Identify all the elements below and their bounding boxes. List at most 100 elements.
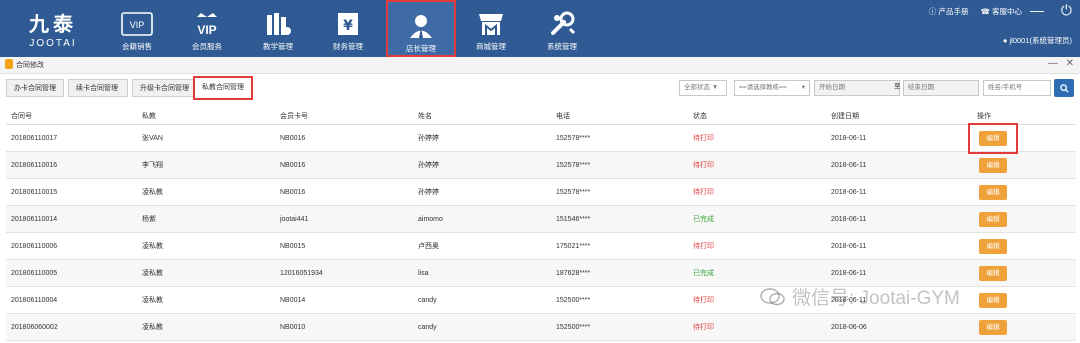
card-number: jootai441: [275, 205, 413, 233]
column-header[interactable]: 状态: [688, 108, 826, 125]
coach: 凌私教: [137, 313, 275, 341]
column-header[interactable]: 姓名: [413, 108, 551, 125]
column-header[interactable]: 私教: [137, 108, 275, 125]
search-button[interactable]: [1054, 79, 1074, 97]
status: 待打印: [688, 313, 826, 341]
nav-system[interactable]: 系统管理: [527, 0, 597, 57]
contract-id: 201806110014: [6, 205, 137, 233]
logo-en: JOOTAI: [29, 38, 77, 49]
svg-text:¥: ¥: [343, 18, 353, 34]
nav-membership-sales[interactable]: VIP 会籍销售: [102, 0, 172, 57]
created-date: 2018-06-11: [826, 124, 963, 152]
column-header[interactable]: 会员卡号: [275, 108, 413, 125]
edit-button[interactable]: 编辑: [979, 184, 1007, 200]
column-header[interactable]: 电话: [551, 108, 688, 125]
tab-private-coach[interactable]: 私教合同管理: [193, 76, 253, 100]
manual-link[interactable]: ⓘ 产品手册: [929, 7, 969, 16]
member-name: candy: [413, 286, 551, 314]
status-select-value: 全部状态: [684, 84, 710, 91]
edit-button[interactable]: 编辑: [979, 319, 1007, 335]
status: 待打印: [688, 232, 826, 260]
edit-button[interactable]: 编辑: [979, 130, 1007, 146]
svg-text:VIP: VIP: [130, 20, 145, 30]
edit-button[interactable]: 编辑: [979, 292, 1007, 308]
svg-text:VIP: VIP: [197, 23, 216, 37]
coach: 李飞翔: [137, 151, 275, 179]
nav-store-manager[interactable]: 店长管理: [386, 0, 456, 57]
phone: 152578****: [551, 178, 688, 206]
table-row[interactable]: 201806110015 凌私教 NB0016 孙婷婷 152578**** 待…: [6, 178, 1076, 206]
logo-cn: 九泰: [29, 12, 77, 36]
nav-mall[interactable]: 商城管理: [456, 0, 526, 57]
service-link-label: 客服中心: [992, 7, 1022, 16]
status: 待打印: [688, 124, 826, 152]
status-select[interactable]: 全部状态 ▼: [679, 80, 727, 96]
edit-button[interactable]: 编辑: [979, 211, 1007, 227]
contract-id: 201806110016: [6, 151, 137, 179]
created-date: 2018-06-11: [826, 151, 963, 179]
table-header-row: 合同号 私教 会员卡号 姓名 电话 状态 创建日期 操作: [6, 108, 1076, 125]
yen-icon: ¥: [313, 10, 383, 38]
wechat-icon: [760, 287, 785, 305]
chevron-down-icon: ▾: [801, 84, 805, 91]
tab-new-card[interactable]: 办卡合同管理: [6, 79, 64, 97]
status: 待打印: [688, 178, 826, 206]
nav-member-service[interactable]: VIP 会员服务: [172, 0, 242, 57]
column-header[interactable]: 合同号: [6, 108, 137, 125]
member-name: candy: [413, 313, 551, 341]
window-icon: [5, 59, 13, 69]
user-label: jl0001(系统管理员): [1009, 36, 1072, 45]
nav-teaching[interactable]: 教学管理: [243, 0, 313, 57]
nav-label: 会籍销售: [122, 42, 152, 51]
coach: 凌私教: [137, 259, 275, 287]
close-icon[interactable]: ✕: [1066, 58, 1074, 69]
tab-renew-card[interactable]: 续卡合同管理: [68, 79, 128, 97]
store-icon: [456, 10, 526, 38]
collapse-icon[interactable]: —: [1048, 58, 1058, 69]
tab-upgrade-card[interactable]: 升级卡合同管理: [132, 79, 194, 97]
service-link[interactable]: ☎ 客服中心: [981, 7, 1022, 16]
table-row[interactable]: 201806110016 李飞翔 NB0016 孙婷婷 152578**** 待…: [6, 151, 1076, 179]
table-row[interactable]: 201806110006 凌私教 NB0015 卢西奥 175021**** 待…: [6, 232, 1076, 260]
created-date: 2018-06-06: [826, 313, 963, 341]
chevron-down-icon: ▼: [711, 84, 719, 91]
nav-label: 财务管理: [333, 42, 363, 51]
card-number: NB0014: [275, 286, 413, 314]
contract-id: 201806110017: [6, 124, 137, 152]
member-name: 孙婷婷: [413, 151, 551, 179]
column-header[interactable]: 创建日期: [826, 108, 963, 125]
manual-link-label: 产品手册: [938, 7, 969, 16]
card-number: 12016051934: [275, 259, 413, 287]
member-name: aimomo: [413, 205, 551, 233]
table-row[interactable]: 201806060002 凌私教 NB0010 candy 152500****…: [6, 313, 1076, 341]
start-date-input[interactable]: 开始日期: [814, 80, 900, 96]
logo: 九泰 JOOTAI: [18, 8, 88, 49]
created-date: 2018-06-11: [826, 178, 963, 206]
contract-id: 201806110006: [6, 232, 137, 260]
minimize-icon[interactable]: —: [1030, 2, 1044, 18]
nav-finance[interactable]: ¥ 财务管理: [313, 0, 383, 57]
nav-label: 店长管理: [406, 44, 436, 53]
created-date: 2018-06-11: [826, 205, 963, 233]
power-icon[interactable]: ⏻: [1061, 2, 1072, 19]
table-row[interactable]: 201806110014 杨紫 jootai441 aimomo 151546*…: [6, 205, 1076, 233]
coach: 凌私教: [137, 286, 275, 314]
books-icon: [243, 10, 313, 38]
current-user[interactable]: ● jl0001(系统管理员): [1003, 35, 1072, 46]
edit-button[interactable]: 编辑: [979, 238, 1007, 254]
member-name: 孙婷婷: [413, 124, 551, 152]
coach: 凌私教: [137, 178, 275, 206]
card-number: NB0016: [275, 178, 413, 206]
top-links: ⓘ 产品手册 ☎ 客服中心: [919, 6, 1022, 17]
phone: 152578****: [551, 151, 688, 179]
coach: 张VAN: [137, 124, 275, 152]
phone: 152578****: [551, 124, 688, 152]
edit-button[interactable]: 编辑: [979, 265, 1007, 281]
coach-select[interactable]: ==请选择教练== ▾: [734, 80, 810, 96]
vip-crown-icon: VIP: [172, 10, 242, 38]
edit-button[interactable]: 编辑: [979, 157, 1007, 173]
name-phone-input[interactable]: 姓名/手机号: [983, 80, 1051, 96]
end-date-input[interactable]: 结束日期: [903, 80, 979, 96]
table-row[interactable]: 201806110017 张VAN NB0016 孙婷婷 152578**** …: [6, 122, 1076, 154]
coach: 杨紫: [137, 205, 275, 233]
